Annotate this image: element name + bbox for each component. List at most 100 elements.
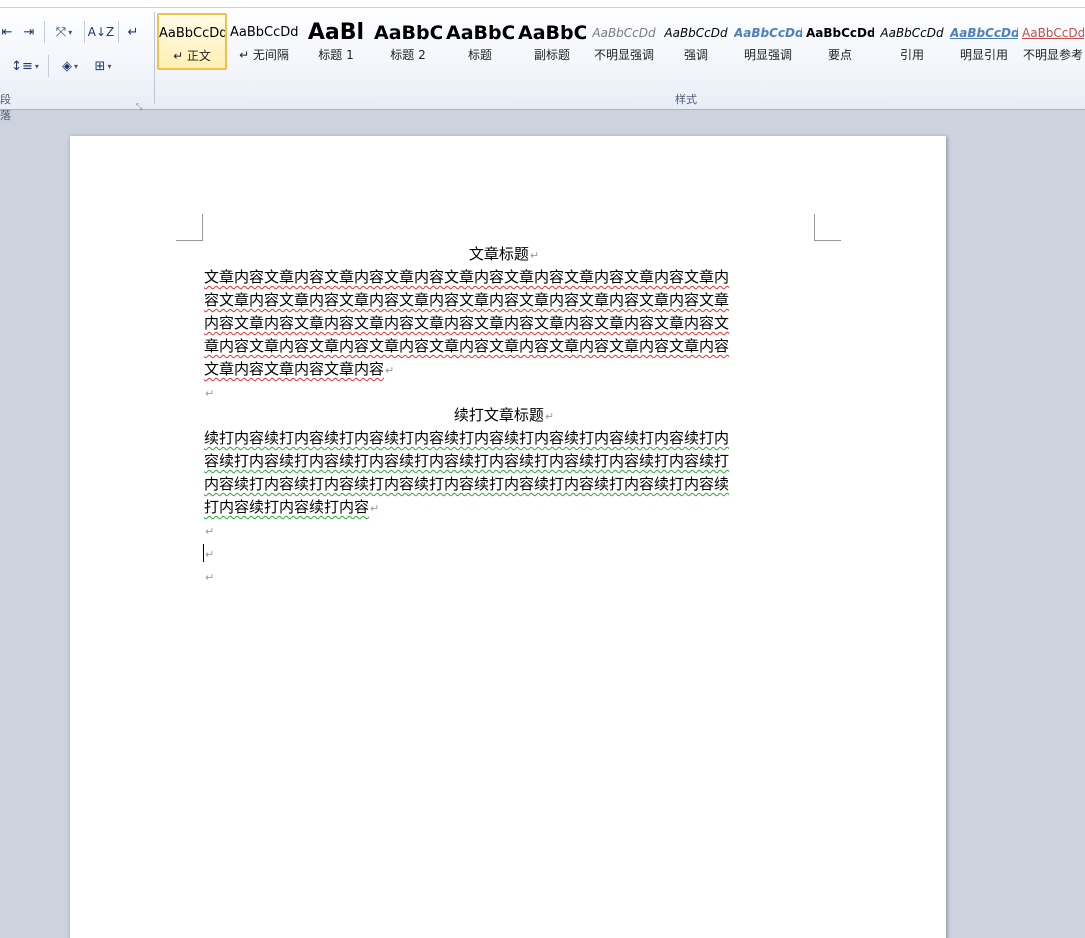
group-divider [154, 12, 155, 104]
body-text: 文章内容文章内容文章内容 [204, 360, 385, 378]
toolbar-separator [48, 55, 49, 77]
document-page[interactable]: 文章标题↵ 文章内容文章内容文章内容文章内容文章内容文章内容文章内容文章内容文章… [70, 136, 946, 938]
paragraph-mark: ↵ [385, 364, 395, 377]
style-heading-1[interactable]: AaBl 标题 1 [301, 13, 371, 70]
style-preview: AaBbC [374, 22, 442, 44]
chevron-down-icon: ▾ [68, 27, 73, 37]
style-preview: AaBbCcDd [806, 26, 874, 40]
style-quote[interactable]: AaBbCcDd 引用 [877, 13, 947, 70]
line-spacing-icon: ↕≡ [11, 58, 33, 74]
styles-gallery: AaBbCcDd ↵ 正文 AaBbCcDd ↵ 无间隔 AaBl 标题 1 A… [156, 9, 1085, 109]
style-name: ↵ 无间隔 [239, 48, 289, 62]
text-cursor [203, 544, 204, 562]
paragraph-mark: ↵ [205, 571, 215, 584]
style-name: 不明显参考 [1022, 48, 1083, 62]
paragraph-mark: ↵ [370, 502, 380, 515]
body-line[interactable]: 文章内容文章内容文章内容文章内容文章内容文章内容文章内容文章内容文章内 [204, 266, 804, 289]
style-preview: AaBbCcDd [592, 26, 656, 40]
style-heading-2[interactable]: AaBbC 标题 2 [373, 13, 443, 70]
style-preview: AaBbC [518, 22, 586, 44]
body-text: 容续打内容续打内容续打内容续打内容续打内容续打内容续打内容续打内容续打 [204, 452, 730, 470]
crop-mark [202, 214, 203, 241]
paragraph-mark: ↵ [205, 525, 215, 538]
style-no-spacing[interactable]: AaBbCcDd ↵ 无间隔 [229, 13, 299, 70]
continued-body-line[interactable]: 容续打内容续打内容续打内容续打内容续打内容续打内容续打内容续打内容续打 [204, 450, 804, 473]
increase-indent-icon[interactable]: ⇥ [20, 21, 38, 43]
article-title[interactable]: 文章标题↵ [204, 243, 804, 267]
dialog-launcher-icon[interactable]: ⤡ [136, 102, 146, 112]
body-line[interactable]: 章内容文章内容文章内容文章内容文章内容文章内容文章内容文章内容文章内容 [204, 335, 804, 358]
style-name: ↵ 正文 [173, 49, 211, 63]
continued-body-line[interactable]: 内容续打内容续打内容续打内容续打内容续打内容续打内容续打内容续打内容续 [204, 473, 804, 496]
style-preview: AaBbCcDd [664, 26, 728, 40]
style-preview: AaBbC [446, 22, 514, 44]
body-line[interactable]: 容文章内容文章内容文章内容文章内容文章内容文章内容文章内容文章内容文章 [204, 289, 804, 312]
line-spacing-button[interactable]: ↕≡ ▾ [10, 55, 40, 77]
style-intense-quote[interactable]: AaBbCcDd 明显引用 [949, 13, 1019, 70]
crop-mark [176, 240, 203, 241]
paragraph-group: ⇤ ⇥ ⤧ ▾ A↓Z ↵ ↕≡ ▾ ◈ ▾ ⊞ ▾ 段落 ⤡ [0, 9, 154, 122]
ribbon-tab-strip [0, 0, 1085, 8]
chevron-down-icon: ▾ [34, 61, 39, 71]
style-preview: AaBbCcDd [159, 26, 225, 41]
continued-title-text: 续打文章标题 [453, 406, 544, 424]
crop-mark [814, 240, 841, 241]
body-line[interactable]: 文章内容文章内容文章内容↵ [204, 358, 804, 382]
style-name: 强调 [683, 48, 708, 62]
toolbar-separator [44, 21, 45, 43]
style-name: 副标题 [533, 48, 570, 62]
style-name: 明显强调 [743, 48, 792, 62]
body-text: 容文章内容文章内容文章内容文章内容文章内容文章内容文章内容文章内容文章 [204, 291, 730, 309]
paragraph-mark: ↵ [529, 249, 540, 262]
style-intense-emphasis[interactable]: AaBbCcDd 明显强调 [733, 13, 803, 70]
styles-group-label: 样式 [675, 93, 697, 106]
continued-body-line[interactable]: 续打内容续打内容续打内容续打内容续打内容续打内容续打内容续打内容续打内 [204, 427, 804, 450]
borders-button[interactable]: ⊞ ▾ [88, 55, 118, 77]
empty-paragraph[interactable]: ↵ [204, 381, 804, 405]
style-name: 标题 [467, 48, 492, 62]
style-name: 不明显强调 [593, 48, 654, 62]
style-subtle-reference[interactable]: AaBbCcDd 不明显参考 [1021, 13, 1085, 70]
toolbar-separator [118, 21, 119, 43]
body-text: 续打内容续打内容续打内容续打内容续打内容续打内容续打内容续打内容续打内 [204, 429, 730, 447]
style-title[interactable]: AaBbC 标题 [445, 13, 515, 70]
style-preview: AaBl [307, 20, 365, 45]
paragraph-mark: ↵ [205, 548, 215, 561]
toolbar-separator [84, 21, 85, 43]
chevron-down-icon: ▾ [107, 61, 112, 71]
body-text: 章内容文章内容文章内容文章内容文章内容文章内容文章内容文章内容文章内容 [204, 337, 730, 355]
paint-bucket-icon: ◈ [61, 58, 72, 74]
empty-paragraph[interactable]: ↵ [204, 565, 804, 589]
style-preview: AaBbCcDd [880, 26, 944, 40]
ribbon: ⇤ ⇥ ⤧ ▾ A↓Z ↵ ↕≡ ▾ ◈ ▾ ⊞ ▾ 段落 ⤡ AaBbCcDd ↵ 正… [0, 0, 1085, 122]
empty-paragraph[interactable]: ↵ [204, 542, 804, 566]
style-strong[interactable]: AaBbCcDd 要点 [805, 13, 875, 70]
style-subtle-emphasis[interactable]: AaBbCcDd 不明显强调 [589, 13, 659, 70]
body-text: 内容文章内容文章内容文章内容文章内容文章内容文章内容文章内容文章内容文 [204, 314, 730, 332]
continued-article-title[interactable]: 续打文章标题↵ [204, 404, 804, 428]
style-name: 要点 [827, 48, 852, 62]
style-subtitle[interactable]: AaBbC 副标题 [517, 13, 587, 70]
sort-button[interactable]: A↓Z [88, 21, 114, 43]
empty-paragraph[interactable]: ↵ [204, 519, 804, 543]
style-normal[interactable]: AaBbCcDd ↵ 正文 [157, 13, 227, 70]
paragraph-mark-icon: ↵ [127, 24, 139, 40]
style-emphasis[interactable]: AaBbCcDd 强调 [661, 13, 731, 70]
style-name: 标题 1 [318, 48, 354, 62]
style-preview: AaBbCcDd [734, 26, 802, 40]
body-text: 内容续打内容续打内容续打内容续打内容续打内容续打内容续打内容续打内容续 [204, 475, 730, 493]
chinese-layout-icon: ⤧ [55, 24, 67, 40]
show-hide-marks-button[interactable]: ↵ [124, 21, 142, 43]
style-preview: AaBbCcDd [950, 26, 1018, 40]
border-grid-icon: ⊞ [94, 58, 106, 74]
body-line[interactable]: 内容文章内容文章内容文章内容文章内容文章内容文章内容文章内容文章内容文 [204, 312, 804, 335]
continued-body-line[interactable]: 打内容续打内容续打内容↵ [204, 496, 804, 520]
paragraph-group-label: 段落 [0, 93, 11, 122]
style-name: 明显引用 [959, 48, 1008, 62]
style-name: 引用 [899, 48, 924, 62]
chinese-layout-button[interactable]: ⤧ ▾ [50, 21, 78, 43]
article-title-text: 文章标题 [468, 245, 529, 263]
decrease-indent-icon[interactable]: ⇤ [0, 21, 14, 43]
paragraph-mark: ↵ [544, 410, 555, 423]
shading-button[interactable]: ◈ ▾ [56, 55, 84, 77]
